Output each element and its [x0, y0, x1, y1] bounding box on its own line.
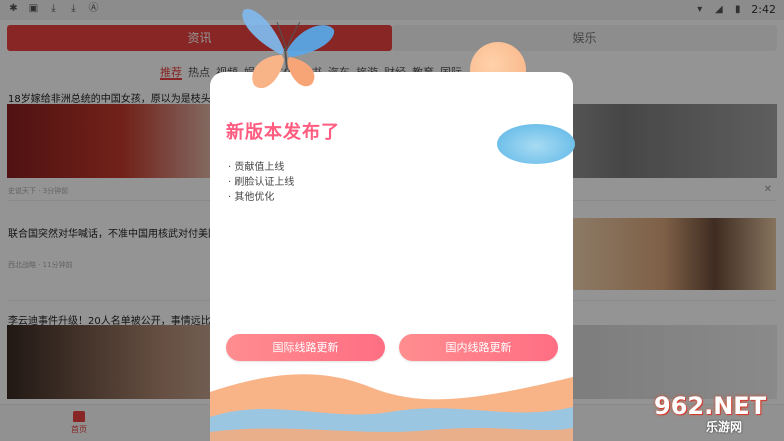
international-update-button[interactable]: 国际线路更新: [226, 334, 385, 361]
watermark-logo: 962.NET: [654, 392, 767, 420]
cloud-decoration: [497, 124, 575, 164]
site-watermark: 962.NET 乐游网: [644, 392, 782, 438]
domestic-update-button[interactable]: 国内线路更新: [399, 334, 558, 361]
butterfly-decoration: [242, 9, 335, 89]
release-note: · 刷脸认证上线: [228, 177, 295, 188]
release-notes: · 贡献值上线 · 刷脸认证上线 · 其他优化: [228, 160, 294, 205]
release-note: · 贡献值上线: [228, 162, 285, 173]
release-note: · 其他优化: [228, 192, 275, 203]
wave-decoration: [210, 374, 573, 441]
dialog-title: 新版本发布了: [226, 122, 340, 143]
watermark-subtext: 乐游网: [706, 420, 743, 434]
